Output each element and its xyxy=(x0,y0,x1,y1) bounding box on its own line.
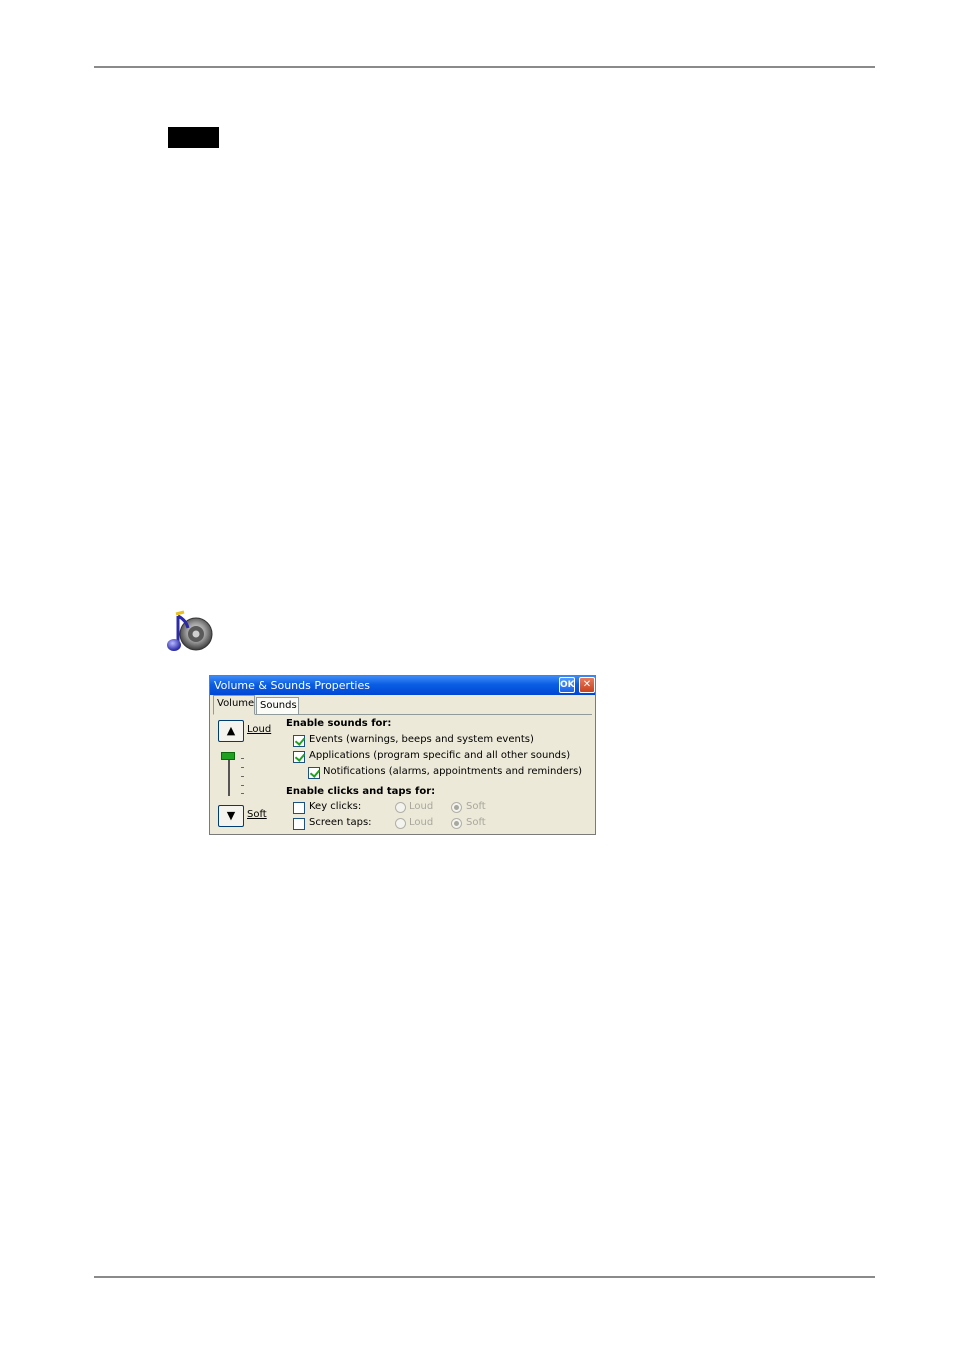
volume-sounds-icon xyxy=(167,610,213,651)
enable-clicks-heading: Enable clicks and taps for: xyxy=(286,786,436,797)
black-label-box xyxy=(168,127,219,148)
slider-tick xyxy=(241,793,244,794)
screen-taps-label: Screen taps: xyxy=(309,817,372,828)
applications-label: Applications (program specific and all o… xyxy=(309,750,571,761)
applications-checkbox[interactable] xyxy=(293,751,305,763)
arrow-down-icon: ▼ xyxy=(226,809,236,822)
volume-slider-track[interactable] xyxy=(228,756,230,796)
key-clicks-loud-label: Loud xyxy=(409,801,434,812)
dialog-title: Volume & Sounds Properties xyxy=(214,679,370,692)
notifications-label: Notifications (alarms, appointments and … xyxy=(323,766,583,777)
screen-taps-loud-radio[interactable] xyxy=(395,818,406,829)
ok-button[interactable]: OK xyxy=(559,677,575,693)
tab-panel-border xyxy=(213,714,592,715)
key-clicks-checkbox[interactable] xyxy=(293,802,305,814)
close-button[interactable]: ✕ xyxy=(579,677,595,693)
header-rule xyxy=(94,66,875,68)
key-clicks-soft-label: Soft xyxy=(466,801,486,812)
volume-sounds-dialog: Volume & Sounds Properties OK ✕ Volume S… xyxy=(209,675,596,835)
screen-taps-checkbox[interactable] xyxy=(293,818,305,830)
arrow-up-icon: ▲ xyxy=(226,724,236,737)
events-label: Events (warnings, beeps and system event… xyxy=(309,734,534,745)
key-clicks-loud-radio[interactable] xyxy=(395,802,406,813)
screen-taps-soft-label: Soft xyxy=(466,817,486,828)
screen-taps-loud-label: Loud xyxy=(409,817,434,828)
tab-volume[interactable]: Volume xyxy=(213,695,255,715)
soft-label: Soft xyxy=(247,809,267,820)
slider-tick xyxy=(241,758,244,759)
events-checkbox[interactable] xyxy=(293,735,305,747)
key-clicks-label: Key clicks: xyxy=(309,801,362,812)
notifications-checkbox[interactable] xyxy=(308,767,320,779)
volume-up-button[interactable]: ▲ xyxy=(218,720,244,742)
screen-taps-soft-radio[interactable] xyxy=(451,818,462,829)
slider-tick xyxy=(241,785,244,786)
slider-tick xyxy=(241,776,244,777)
tab-sounds[interactable]: Sounds xyxy=(256,697,299,714)
volume-down-button[interactable]: ▼ xyxy=(218,805,244,827)
volume-slider-thumb[interactable] xyxy=(221,752,235,760)
loud-label: Loud xyxy=(247,724,272,735)
dialog-title-bar[interactable]: Volume & Sounds Properties OK ✕ xyxy=(210,676,595,695)
slider-tick xyxy=(241,767,244,768)
key-clicks-soft-radio[interactable] xyxy=(451,802,462,813)
enable-sounds-heading: Enable sounds for: xyxy=(286,718,392,729)
footer-rule xyxy=(94,1276,875,1278)
